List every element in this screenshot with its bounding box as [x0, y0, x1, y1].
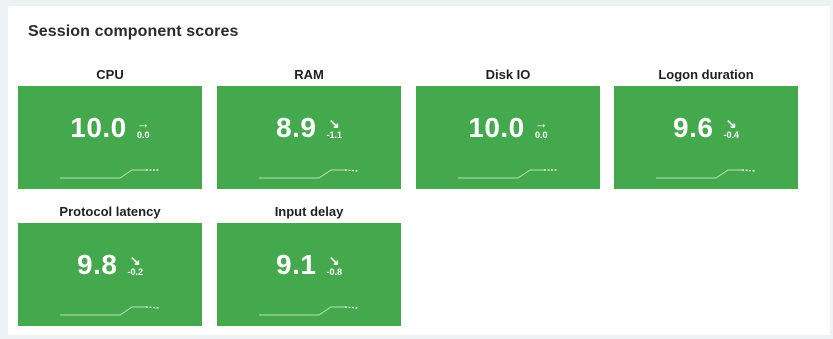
tile-ram: RAM 8.9 ↘ -1.1 — [217, 64, 401, 189]
trend-indicator: ↘ -0.8 — [326, 253, 342, 277]
tile-logon-duration: Logon duration 9.6 ↘ -0.4 — [614, 64, 798, 189]
arrow-down-right-icon: ↘ — [328, 253, 340, 268]
tile-label: CPU — [96, 67, 124, 82]
trend-indicator: ↘ -0.2 — [127, 253, 143, 277]
score-value: 10.0 — [70, 112, 127, 143]
trend-indicator: → 0.0 — [136, 116, 150, 140]
tile-label: RAM — [294, 67, 324, 82]
tile-disk-io: Disk IO 10.0 → 0.0 — [416, 64, 600, 189]
sparkline — [259, 306, 359, 316]
tile-label: Logon duration — [658, 67, 754, 82]
arrow-down-right-icon: ↘ — [328, 116, 340, 131]
tile-cpu: CPU 10.0 → 0.0 — [18, 64, 202, 189]
trend-delta: -0.8 — [326, 267, 342, 277]
arrow-down-right-icon: ↘ — [725, 116, 737, 131]
tile-label: Input delay — [274, 204, 344, 219]
score-value: 9.1 — [276, 249, 317, 280]
score-value: 9.6 — [673, 112, 714, 143]
sparkline — [259, 169, 359, 179]
arrow-down-right-icon: ↘ — [129, 253, 141, 268]
sparkline — [458, 169, 558, 179]
tile-protocol-latency: Protocol latency 9.8 ↘ -0.2 — [18, 201, 202, 326]
trend-delta: -0.2 — [127, 267, 143, 277]
trend-delta: -1.1 — [326, 130, 342, 140]
tile-label: Disk IO — [485, 67, 531, 82]
score-card-disk-io[interactable]: 10.0 → 0.0 — [416, 86, 600, 189]
trend-delta: 0.0 — [136, 130, 150, 140]
tile-label: Protocol latency — [59, 204, 161, 219]
trend-indicator: ↘ -1.1 — [326, 116, 342, 140]
trend-indicator: → 0.0 — [534, 116, 548, 140]
score-value: 10.0 — [468, 112, 525, 143]
trend-indicator: ↘ -0.4 — [723, 116, 739, 140]
score-card-ram[interactable]: 8.9 ↘ -1.1 — [217, 86, 401, 189]
arrow-right-icon: → — [136, 116, 150, 131]
sparkline — [60, 306, 160, 316]
score-card-protocol-latency[interactable]: 9.8 ↘ -0.2 — [18, 223, 202, 326]
trend-delta: 0.0 — [534, 130, 548, 140]
arrow-right-icon: → — [534, 116, 548, 131]
trend-delta: -0.4 — [723, 130, 739, 140]
score-card-logon-duration[interactable]: 9.6 ↘ -0.4 — [614, 86, 798, 189]
tile-input-delay: Input delay 9.1 ↘ -0.8 — [217, 201, 401, 326]
panel-title: Session component scores — [28, 23, 239, 40]
sparkline — [656, 169, 756, 179]
score-value: 9.8 — [77, 249, 118, 280]
score-card-input-delay[interactable]: 9.1 ↘ -0.8 — [217, 223, 401, 326]
score-card-cpu[interactable]: 10.0 → 0.0 — [18, 86, 202, 189]
session-component-scores-panel: Session component scores CPU 10.0 → 0.0 … — [8, 6, 830, 335]
score-value: 8.9 — [276, 112, 317, 143]
sparkline — [60, 169, 160, 179]
